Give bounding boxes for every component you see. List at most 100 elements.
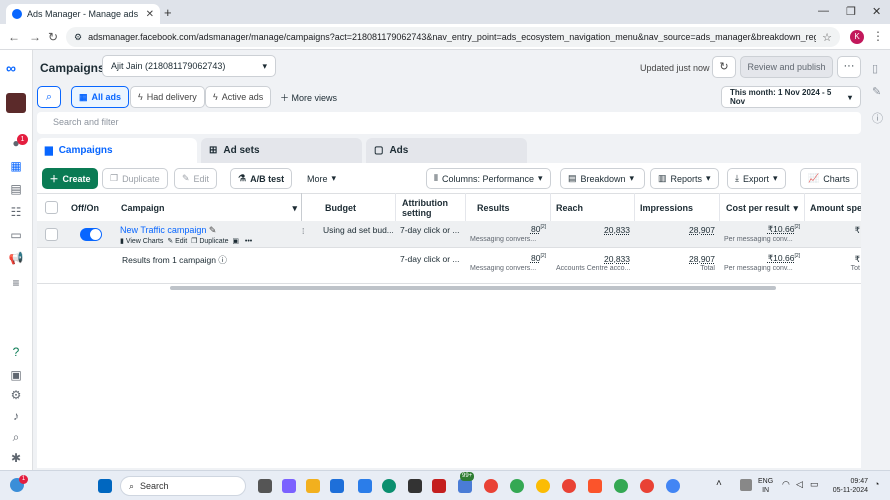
col-impressions[interactable]: Impressions xyxy=(635,194,715,222)
mcafee-icon[interactable] xyxy=(432,479,446,493)
campaign-on-off-toggle[interactable] xyxy=(80,228,102,241)
campaign-name[interactable]: New Traffic campaign xyxy=(120,225,206,235)
chrome-icon[interactable] xyxy=(484,479,498,493)
app-icon[interactable] xyxy=(358,479,372,493)
windows-start-icon[interactable] xyxy=(98,479,112,493)
chrome-icon[interactable] xyxy=(614,479,628,493)
store-icon[interactable] xyxy=(330,479,344,493)
volume-icon[interactable]: ◁ xyxy=(796,480,803,489)
url-text[interactable]: adsmanager.facebook.com/adsmanager/manag… xyxy=(88,32,816,42)
clock[interactable]: 09:47 05-11-2024 xyxy=(828,477,868,495)
col-reach[interactable]: Reach xyxy=(551,194,631,222)
browser-menu-icon[interactable]: ⋮ xyxy=(872,29,884,43)
info-icon[interactable]: ⓘ xyxy=(218,255,227,265)
breakdown-button[interactable]: ▤ Breakdown ▾ xyxy=(560,168,645,189)
edit-button[interactable]: ✎ Edit xyxy=(174,168,218,189)
ab-test-button[interactable]: ⚗ A/B test xyxy=(230,168,293,189)
task-view-icon[interactable] xyxy=(258,479,272,493)
campaigns-table-icon[interactable]: ▦ xyxy=(8,158,24,174)
new-tab-button[interactable]: + xyxy=(164,5,172,20)
more-icon[interactable]: ••• xyxy=(245,238,252,245)
more-views-button[interactable]: ＋ More views xyxy=(280,91,337,104)
duplicate-button[interactable]: ❐ Duplicate xyxy=(102,168,168,189)
brave-icon[interactable] xyxy=(588,479,602,493)
search-filter-input[interactable]: Search and filter xyxy=(37,112,861,134)
active-ads-filter[interactable]: ϟ Active ads xyxy=(205,86,272,108)
language-indicator[interactable]: ENG IN xyxy=(758,477,773,495)
had-delivery-filter[interactable]: ϟ Had delivery xyxy=(130,86,205,108)
create-button[interactable]: ＋ Create xyxy=(42,168,98,189)
forward-icon[interactable]: → xyxy=(29,30,41,44)
maximize-icon[interactable]: ❐ xyxy=(846,5,856,18)
chrome-icon[interactable] xyxy=(666,479,680,493)
bug-icon[interactable]: ✱ xyxy=(8,450,24,466)
all-ads-filter[interactable]: ▦ All ads xyxy=(71,86,130,108)
tab-campaigns[interactable]: ▆ Campaigns xyxy=(37,138,197,163)
col-results[interactable]: Results xyxy=(472,194,552,222)
tray-app-icon[interactable] xyxy=(740,479,752,491)
row-edit-link[interactable]: Edit xyxy=(175,238,187,245)
refresh-button[interactable]: ↻ xyxy=(712,56,736,78)
more-actions-button[interactable]: More ▾ xyxy=(300,168,344,189)
chrome-icon[interactable] xyxy=(640,479,654,493)
export-button[interactable]: ⤓ Export ▾ xyxy=(727,168,786,189)
tab-ads[interactable]: ▢ Ads xyxy=(366,138,527,163)
reports-button[interactable]: ▥ Reports ▾ xyxy=(650,168,719,189)
close-window-icon[interactable]: ✕ xyxy=(872,5,881,18)
url-bar[interactable]: ⚙ adsmanager.facebook.com/adsmanager/man… xyxy=(66,27,840,47)
pages-icon[interactable]: ▤ xyxy=(8,181,24,197)
bookmark-star-icon[interactable]: ☆ xyxy=(822,31,832,44)
help-icon[interactable]: ? xyxy=(8,344,24,360)
notification-bell-icon[interactable]: ◔ xyxy=(874,480,879,489)
copilot-icon[interactable] xyxy=(282,479,296,493)
date-range-picker[interactable]: This month: 1 Nov 2024 - 5 Nov ▾ xyxy=(721,86,861,108)
app-icon[interactable] xyxy=(408,479,422,493)
col-attribution[interactable]: Attribution setting xyxy=(397,194,465,222)
all-tools-icon[interactable]: ≡ xyxy=(8,275,24,291)
chrome-icon[interactable] xyxy=(562,479,576,493)
reach-cell[interactable]: 20,833 xyxy=(554,225,630,235)
review-publish-button[interactable]: Review and publish xyxy=(740,56,833,78)
chevron-up-icon[interactable]: ˄ xyxy=(716,479,722,489)
app-icon[interactable] xyxy=(458,479,472,493)
col-budget[interactable]: Budget xyxy=(320,194,395,222)
search-icon[interactable]: ⌕ xyxy=(37,86,61,108)
wifi-icon[interactable]: ◠ xyxy=(782,480,790,489)
bell-icon[interactable]: ♪ xyxy=(8,408,24,424)
row-checkbox[interactable] xyxy=(45,228,58,241)
cost-value[interactable]: ₹10.66 xyxy=(768,224,795,234)
impressions-cell[interactable]: 28,907 xyxy=(638,225,715,235)
settings-gear-icon[interactable]: ⚙ xyxy=(8,387,24,403)
charts-button[interactable]: 📈 Charts xyxy=(800,168,858,189)
billing-icon[interactable]: ▭ xyxy=(8,227,24,243)
select-all-checkbox[interactable] xyxy=(45,201,58,214)
audiences-icon[interactable]: ☷ xyxy=(8,204,24,220)
site-info-icon[interactable]: ⚙ xyxy=(74,32,82,43)
back-icon[interactable]: ← xyxy=(8,30,20,44)
chrome-icon[interactable] xyxy=(510,479,524,493)
campaign-name-link[interactable]: New Traffic campaign ✎ xyxy=(120,225,216,236)
horizontal-scrollbar[interactable] xyxy=(170,286,776,290)
minimize-icon[interactable]: — xyxy=(818,5,829,17)
results-cell[interactable]: 80[2] xyxy=(470,224,546,234)
tab-ad-sets[interactable]: ⊞ Ad sets xyxy=(201,138,362,163)
ads-megaphone-icon[interactable]: 📢 xyxy=(8,250,24,266)
col-cost-per-result[interactable]: Cost per result ▾ xyxy=(721,194,803,222)
view-charts-link[interactable]: View Charts xyxy=(126,238,164,245)
battery-icon[interactable]: ▭ xyxy=(810,480,819,489)
info-icon[interactable]: ⓘ xyxy=(872,110,883,126)
chrome-icon[interactable] xyxy=(536,479,550,493)
pen-icon[interactable]: ✎ xyxy=(872,85,881,98)
search-rail-icon[interactable]: ⌕ xyxy=(8,429,24,445)
side-panel-icon[interactable]: ▯ xyxy=(872,62,878,75)
file-explorer-icon[interactable] xyxy=(306,479,320,493)
report-icon[interactable]: ▣ xyxy=(8,367,24,383)
reload-icon[interactable]: ↻ xyxy=(48,30,58,44)
pin-icon[interactable]: ▣ xyxy=(232,238,239,245)
col-amount-spent[interactable]: Amount sper xyxy=(805,194,861,222)
browser-tab[interactable]: Ads Manager - Manage ads - C ✕ xyxy=(6,4,160,24)
pencil-icon[interactable]: ✎ xyxy=(209,225,217,235)
close-tab-icon[interactable]: ✕ xyxy=(146,9,154,20)
row-duplicate-link[interactable]: Duplicate xyxy=(199,238,228,245)
meta-logo-icon[interactable]: ∞ xyxy=(6,60,16,76)
